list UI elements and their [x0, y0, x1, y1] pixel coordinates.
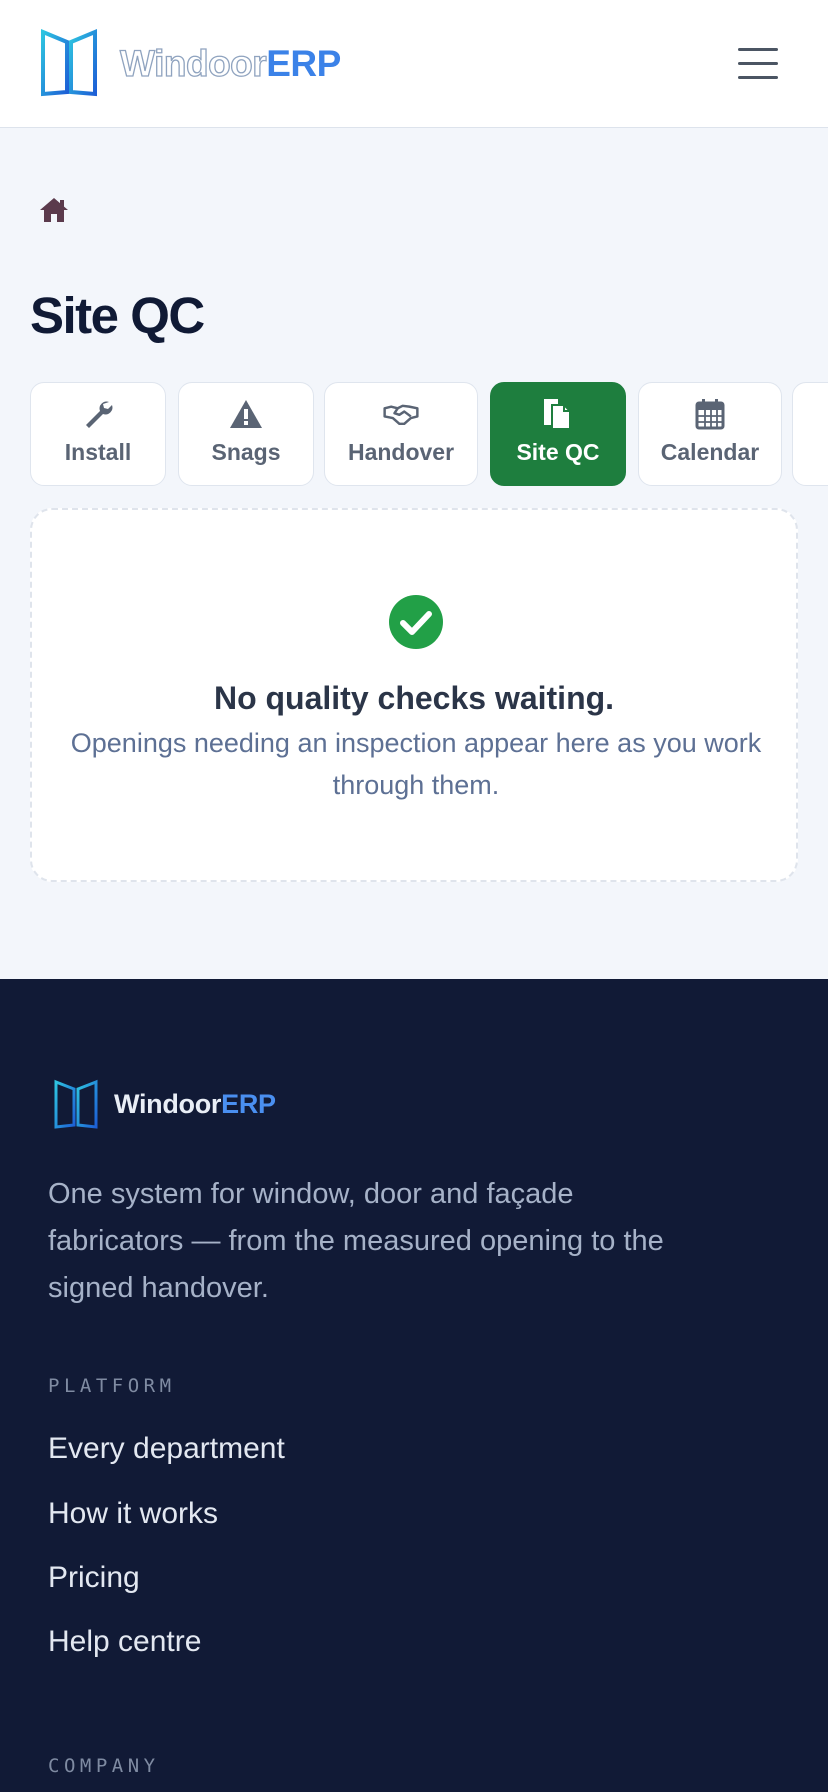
hamburger-menu-icon[interactable]	[734, 44, 782, 84]
tab-label: Install	[64, 439, 132, 465]
breadcrumb-home-link[interactable]	[38, 196, 70, 224]
tab-snags[interactable]: Snags	[178, 382, 314, 486]
footer-link-help-centre[interactable]: Help centre	[48, 1625, 201, 1659]
tab-site-qc[interactable]: Site QC	[490, 382, 626, 486]
empty-state-card: No quality checks waiting. Openings need…	[30, 508, 798, 882]
document-copy-icon	[540, 397, 576, 431]
handshake-icon	[383, 397, 419, 431]
tab-handover[interactable]: Handover	[324, 382, 478, 486]
empty-state-text: Openings needing an inspection appear he…	[70, 728, 762, 800]
footer-link-how-it-works[interactable]: How it works	[48, 1497, 218, 1531]
footer-link-every-department[interactable]: Every department	[48, 1432, 285, 1466]
tab-label: Handover	[347, 439, 455, 465]
tab-label: Site QC	[516, 439, 600, 465]
section-tabs: Install Snags Handover Site QC Calendar	[30, 382, 828, 486]
site-header: WindoorERP	[0, 0, 828, 128]
footer-brand-wordmark: WindoorERP	[114, 1088, 276, 1119]
wrench-icon	[80, 397, 116, 431]
footer-tagline: One system for window, door and façade f…	[48, 1178, 664, 1304]
tab-calendar[interactable]: Calendar	[638, 382, 782, 486]
tab-more[interactable]	[792, 382, 828, 486]
tab-label: Snags	[211, 439, 281, 465]
footer-heading-company: COMPANY	[48, 1755, 160, 1777]
home-icon	[40, 198, 68, 222]
footer-link-pricing[interactable]: Pricing	[48, 1561, 140, 1595]
footer-brand-logo[interactable]: WindoorERP	[54, 1079, 276, 1129]
page-title: Site QC	[30, 287, 205, 344]
window-frame-logo-icon	[54, 1079, 98, 1129]
window-frame-logo-icon	[41, 29, 97, 97]
site-footer: WindoorERP One system for window, door a…	[0, 979, 828, 1792]
warning-triangle-icon	[228, 397, 264, 431]
tab-label: Calendar	[660, 439, 760, 465]
footer-heading-platform: PLATFORM	[48, 1375, 176, 1397]
empty-state-title: No quality checks waiting.	[213, 680, 615, 716]
tab-install[interactable]: Install	[30, 382, 166, 486]
calendar-icon	[692, 397, 728, 431]
brand-wordmark: WindoorERP	[119, 42, 341, 84]
check-circle-icon	[389, 595, 443, 649]
brand-logo[interactable]: WindoorERP	[40, 28, 341, 98]
